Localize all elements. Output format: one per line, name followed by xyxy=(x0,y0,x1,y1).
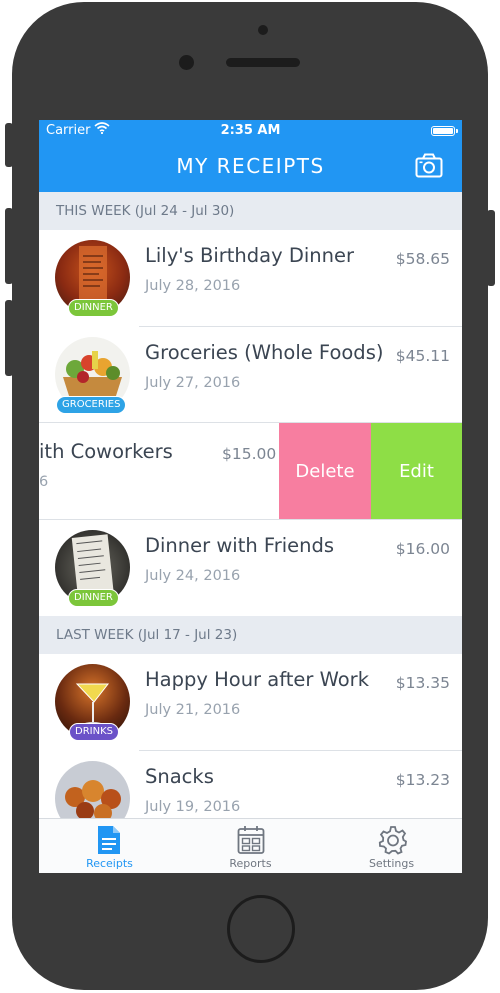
receipt-amount: $13.23 xyxy=(395,771,450,789)
receipt-date: July 19, 2016 xyxy=(145,799,241,815)
tab-settings[interactable]: Settings xyxy=(321,819,462,873)
receipt-date: July 21, 2016 xyxy=(145,702,241,718)
receipt-amount: $45.11 xyxy=(395,347,450,365)
category-tag: GROCERIES xyxy=(56,396,127,414)
status-bar: Carrier 2:35 AM xyxy=(39,120,462,142)
status-time: 2:35 AM xyxy=(220,123,281,138)
tab-label: Receipts xyxy=(86,857,133,870)
receipt-row[interactable]: DINNER Lily's Birthday Dinner July 28, 2… xyxy=(39,230,462,325)
receipt-date: July 24, 2016 xyxy=(145,568,241,584)
tab-receipts[interactable]: Receipts xyxy=(39,819,180,873)
receipt-date: 6 xyxy=(39,474,49,490)
category-tag: DRINKS xyxy=(69,723,119,741)
receipt-amount: $15.00 xyxy=(222,445,277,463)
nav-bar: MY RECEIPTS xyxy=(39,142,462,192)
document-icon xyxy=(98,826,120,854)
category-tag: DINNER xyxy=(68,589,119,607)
app-screen: Carrier 2:35 AM MY RECEIPTS THIS WEEK (J… xyxy=(39,120,462,873)
receipt-date: July 28, 2016 xyxy=(145,278,241,294)
edit-button[interactable]: Edit xyxy=(371,423,462,519)
battery-icon xyxy=(431,126,458,136)
receipt-name: Dinner with Friends xyxy=(145,534,335,557)
receipt-row[interactable]: DRINKS Happy Hour after Work July 21, 20… xyxy=(39,654,462,749)
receipt-amount: $16.00 xyxy=(395,540,450,558)
receipt-amount: $13.35 xyxy=(395,674,450,692)
section-header-last-week: LAST WEEK (Jul 17 - Jul 23) xyxy=(39,616,462,654)
earpiece-speaker xyxy=(226,58,300,67)
receipt-row-swiped[interactable]: ith Coworkers 6 $15.00 Delete Edit xyxy=(39,423,462,519)
receipt-name: ith Coworkers xyxy=(39,440,173,463)
receipt-amount: $58.65 xyxy=(395,250,450,268)
receipt-row[interactable]: GROCERIES Groceries (Whole Foods) July 2… xyxy=(39,327,462,422)
volume-down-button[interactable] xyxy=(5,300,13,376)
delete-button[interactable]: Delete xyxy=(279,423,371,519)
receipt-name: Happy Hour after Work xyxy=(145,668,369,691)
section-label: LAST WEEK (Jul 17 - Jul 23) xyxy=(56,627,238,643)
tab-label: Settings xyxy=(368,857,415,870)
receipt-date: July 27, 2016 xyxy=(145,375,241,391)
power-button[interactable] xyxy=(487,210,495,286)
calendar-icon xyxy=(237,826,265,854)
mute-switch[interactable] xyxy=(5,123,13,167)
front-camera xyxy=(179,55,194,70)
home-button[interactable] xyxy=(227,895,295,963)
section-label: THIS WEEK (Jul 24 - Jul 30) xyxy=(56,203,235,219)
volume-up-button[interactable] xyxy=(5,208,13,284)
page-title: MY RECEIPTS xyxy=(176,154,325,178)
receipt-name: Lily's Birthday Dinner xyxy=(145,244,355,267)
receipt-name: Snacks xyxy=(145,765,214,788)
tab-bar: Receipts Reports Settings xyxy=(39,818,462,873)
gear-icon xyxy=(378,826,407,855)
tab-label: Reports xyxy=(229,857,272,870)
front-sensor xyxy=(258,25,268,35)
category-tag: DINNER xyxy=(68,299,119,317)
camera-icon[interactable] xyxy=(415,153,443,179)
receipt-name: Groceries (Whole Foods) xyxy=(145,341,384,364)
section-header-this-week: THIS WEEK (Jul 24 - Jul 30) xyxy=(39,192,462,230)
receipt-row[interactable]: DINNER Dinner with Friends July 24, 2016… xyxy=(39,520,462,615)
tab-reports[interactable]: Reports xyxy=(180,819,321,873)
